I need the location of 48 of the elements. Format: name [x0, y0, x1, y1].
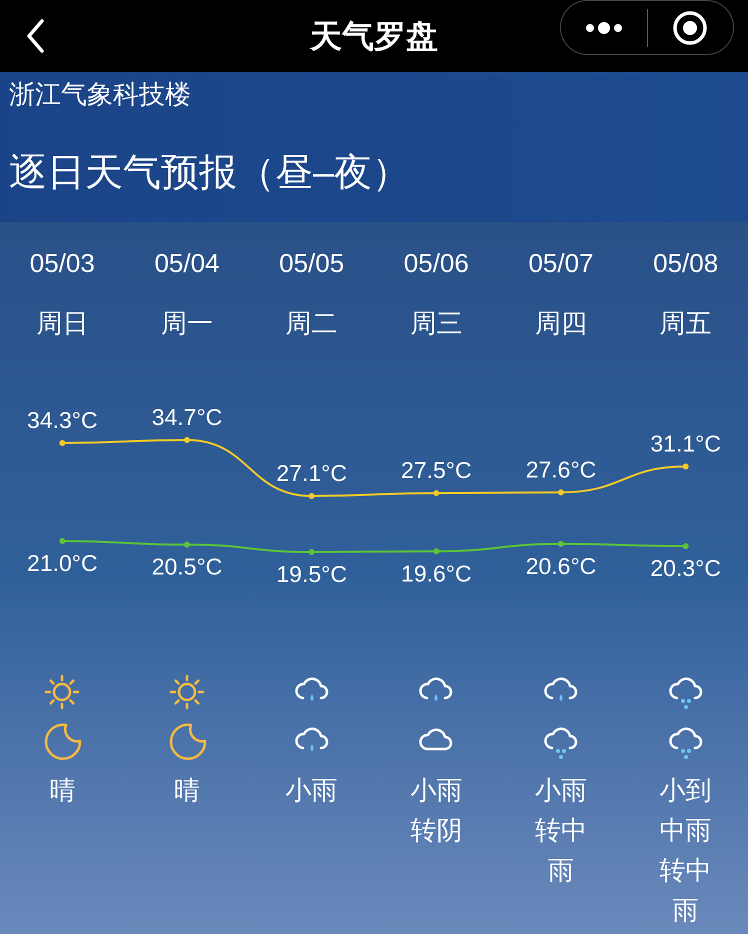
temperature-label: 31.1°C: [650, 430, 721, 457]
page-title: 天气罗盘: [310, 17, 438, 56]
weather-text: 小到中雨转中雨: [658, 774, 713, 927]
temperature-label: 27.1°C: [276, 460, 347, 486]
temperature-label: 21.0°C: [27, 550, 98, 576]
weekday-label: 周日: [36, 307, 88, 340]
date-label: 05/04: [154, 247, 220, 280]
weekday-label: 周四: [534, 307, 587, 340]
temperature-label: 34.3°C: [27, 406, 98, 433]
date-label: 05/07: [528, 247, 594, 280]
weather-text: 小雨转中雨: [534, 774, 588, 887]
date-label: 05/03: [30, 247, 95, 280]
back-icon[interactable]: [24, 18, 46, 54]
temperature-label: 27.6°C: [526, 456, 596, 482]
date-label: 05/06: [404, 247, 469, 280]
data-point: [433, 490, 440, 496]
data-point: [59, 538, 66, 544]
more-icon: [584, 22, 623, 34]
location-text: 浙江气象科技楼: [9, 78, 192, 111]
temperature-label: 27.5°C: [401, 457, 472, 484]
weather-text: 晴: [48, 774, 76, 807]
date-label: 05/05: [279, 247, 344, 280]
weekday-label: 周二: [286, 307, 338, 340]
data-point: [184, 542, 190, 548]
weekday-label: 周三: [410, 307, 462, 340]
weather-text: 晴: [172, 774, 201, 807]
data-point: [558, 540, 564, 547]
data-point: [184, 437, 190, 443]
data-point: [308, 493, 315, 499]
weather-text: 小雨: [284, 774, 339, 807]
data-point: [433, 548, 440, 554]
data-point: [558, 489, 564, 496]
temperature-label: 34.7°C: [152, 404, 222, 430]
temperature-label: 19.6°C: [401, 560, 472, 586]
section-heading: 逐日天气预报（昼–夜）: [9, 151, 412, 196]
weekday-label: 周一: [160, 307, 213, 340]
data-point: [59, 440, 66, 446]
weather-text: 小雨转阴: [409, 774, 464, 847]
temperature-label: 20.6°C: [526, 552, 596, 579]
target-icon: [672, 10, 708, 46]
date-label: 05/08: [653, 247, 718, 280]
data-point: [682, 464, 689, 470]
data-point: [682, 543, 689, 550]
temperature-label: 20.3°C: [650, 555, 721, 582]
temperature-label: 19.5°C: [276, 561, 347, 588]
weekday-label: 周五: [660, 307, 712, 340]
data-point: [308, 549, 315, 556]
temperature-label: 20.5°C: [152, 554, 222, 580]
